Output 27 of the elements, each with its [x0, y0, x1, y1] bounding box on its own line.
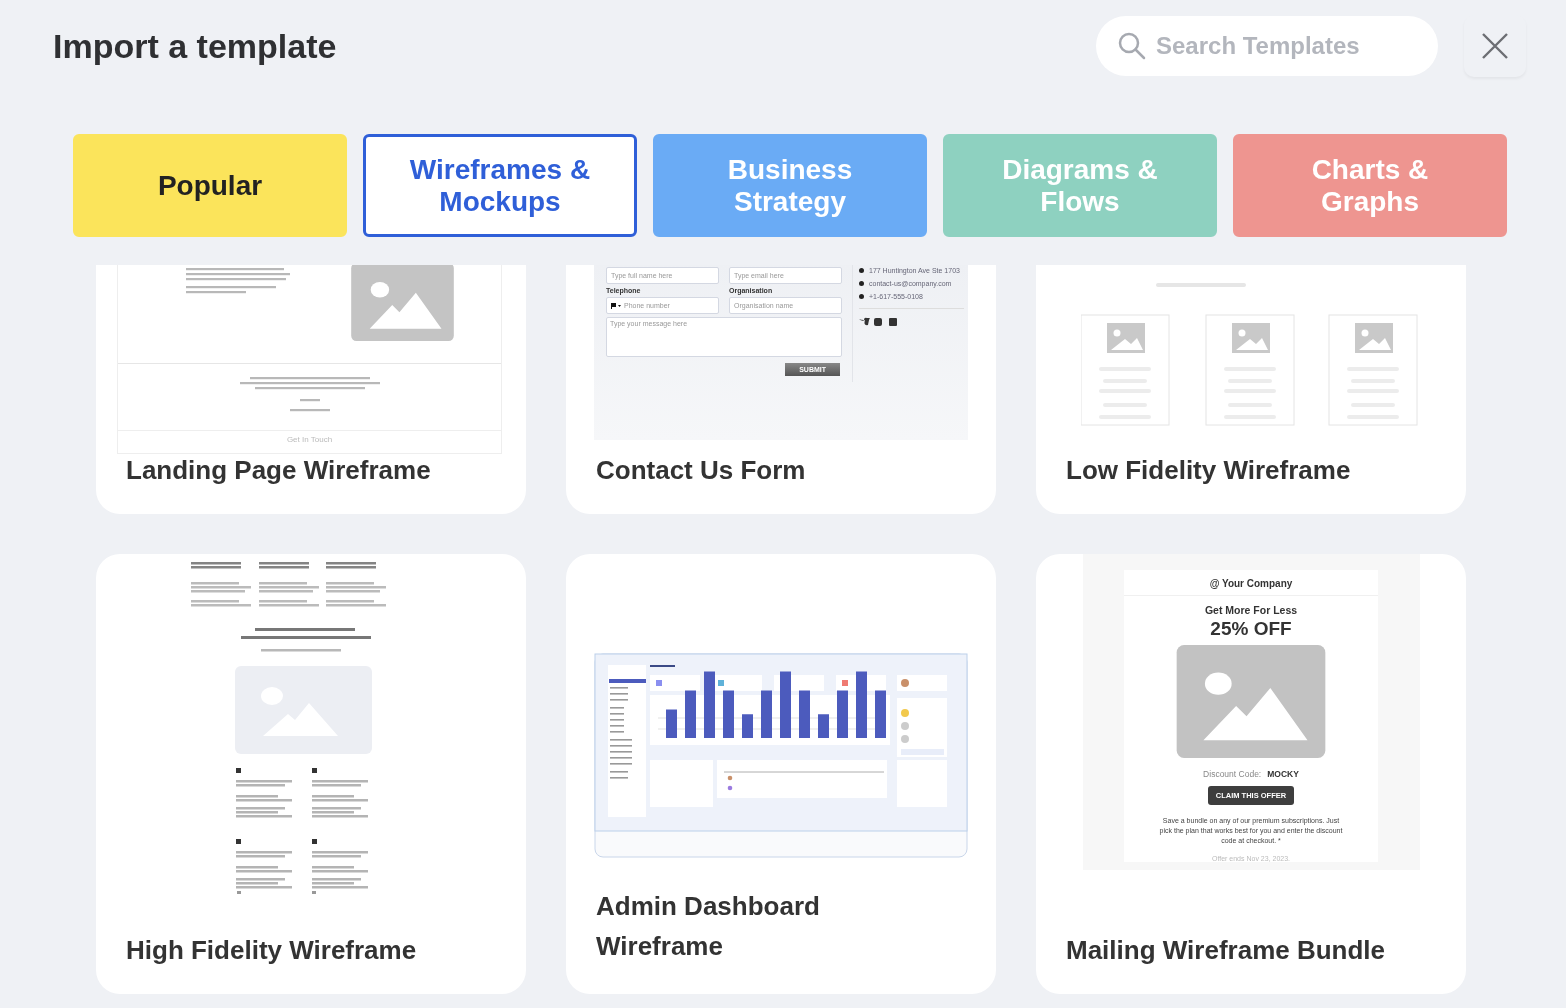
template-card[interactable]	[1036, 554, 1466, 994]
template-title: High Fidelity Wireframe	[125, 934, 418, 967]
flag-icon	[611, 302, 621, 309]
template-title: Landing Page Wireframe	[125, 454, 432, 487]
template-card[interactable]: Low Fidelity Wireframe	[1036, 265, 1466, 514]
close-button[interactable]	[1464, 15, 1526, 77]
close-icon	[1482, 33, 1508, 59]
category-tab[interactable]: Wireframes & Mockups	[363, 134, 637, 237]
category-tab[interactable]: Popular	[73, 134, 347, 237]
discount-code: MOCKY	[1267, 769, 1299, 779]
contact-dot-icon	[859, 268, 864, 273]
contact-dot-icon	[859, 281, 864, 286]
contact-dot-icon	[859, 294, 864, 299]
template-title: Low Fidelity Wireframe	[1065, 454, 1352, 487]
template-card[interactable]	[566, 265, 996, 514]
template-card[interactable]: Admin Dashboard Wireframe	[566, 554, 996, 994]
discount-label: Discount Code:	[1203, 769, 1262, 779]
template-title: Mailing Wireframe Bundle	[1065, 934, 1387, 967]
email-headline: Get More For Less	[1204, 604, 1298, 616]
template-title: Admin Dashboard Wireframe	[595, 890, 821, 963]
dialog-title: Import a template	[53, 26, 338, 66]
brand-name: @ Your Company	[1124, 570, 1378, 596]
offer-text: 25% OFF	[1210, 618, 1292, 640]
template-title: Contact Us Form	[595, 454, 807, 487]
template-card[interactable]: High Fidelity Wireframe	[96, 554, 526, 994]
search-field[interactable]: Search Templates	[1096, 16, 1438, 76]
image-placeholder-icon	[350, 265, 454, 341]
